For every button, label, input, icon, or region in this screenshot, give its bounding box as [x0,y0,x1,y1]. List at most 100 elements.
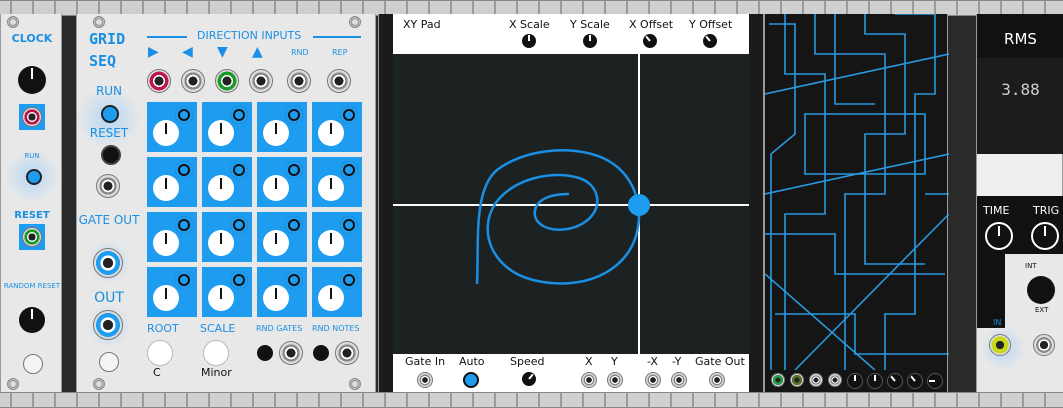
grid-step[interactable] [147,157,197,207]
step-gate-switch[interactable] [340,106,358,124]
clock-run-button[interactable] [26,169,42,185]
step-gate-switch[interactable] [175,106,193,124]
x-scale-knob[interactable] [522,34,536,48]
step-gate-switch[interactable] [340,216,358,234]
step-pitch-knob[interactable] [318,120,344,146]
grid-step[interactable] [312,212,362,262]
bottom-rack-rail [0,392,1063,408]
grid-seq-title-2: SEQ [89,52,117,70]
grid-step[interactable] [202,102,252,152]
gate-in-jack[interactable] [417,372,433,388]
step-gate-switch[interactable] [340,271,358,289]
visualizer-knob-1[interactable] [847,373,863,389]
root-knob[interactable] [147,340,173,366]
step-gate-switch[interactable] [340,161,358,179]
y-out-jack[interactable] [607,372,623,388]
visualizer-in-jack-2[interactable] [790,373,804,387]
rnd-notes-button[interactable] [313,345,329,361]
step-pitch-knob[interactable] [318,175,344,201]
step-gate-switch[interactable] [285,106,303,124]
step-gate-switch[interactable] [285,216,303,234]
step-pitch-knob[interactable] [263,175,289,201]
visualizer-knob-5[interactable] [927,373,943,389]
visualizer-knob-4[interactable] [903,369,927,393]
grid-step[interactable] [312,267,362,317]
grid-step[interactable] [202,157,252,207]
step-pitch-knob[interactable] [153,120,179,146]
right-input-jack[interactable] [147,69,171,93]
rnd-gates-jack[interactable] [279,341,303,365]
clock-reset-jack[interactable] [22,227,42,247]
clock-tempo-knob[interactable] [18,66,46,94]
rms-out-jack[interactable] [1033,334,1055,356]
visualizer-knob-2[interactable] [867,373,883,389]
rms-trig-knob[interactable] [1031,222,1059,250]
step-pitch-knob[interactable] [318,285,344,311]
visualizer-display [765,14,949,370]
step-gate-switch[interactable] [175,271,193,289]
grid-step[interactable] [147,102,197,152]
grid-step[interactable] [147,212,197,262]
step-pitch-knob[interactable] [263,230,289,256]
step-gate-switch[interactable] [285,271,303,289]
neg-x-out-jack[interactable] [645,372,661,388]
down-input-jack[interactable] [215,69,239,93]
grid-step[interactable] [202,212,252,262]
gate-out-jack-xy[interactable] [709,372,725,388]
grid-step[interactable] [257,267,307,317]
step-pitch-knob[interactable] [208,285,234,311]
step-gate-switch[interactable] [230,161,248,179]
rnd-input-jack[interactable] [287,69,311,93]
step-pitch-knob[interactable] [153,175,179,201]
rnd-gates-button[interactable] [257,345,273,361]
clock-out-jack[interactable] [22,107,42,127]
grid-step[interactable] [312,102,362,152]
step-pitch-knob[interactable] [208,175,234,201]
step-gate-switch[interactable] [285,161,303,179]
reset-input-jack[interactable] [96,174,120,198]
xy-pad-area[interactable] [393,54,749,354]
visualizer-in-jack-4[interactable] [828,373,842,387]
x-out-jack[interactable] [581,372,597,388]
step-pitch-knob[interactable] [208,230,234,256]
screw-icon [349,16,361,28]
step-pitch-knob[interactable] [318,230,344,256]
rep-input-jack[interactable] [327,69,351,93]
step-gate-switch[interactable] [175,216,193,234]
visualizer-knob-3[interactable] [883,369,907,393]
rms-time-knob[interactable] [985,222,1013,250]
out-jack[interactable] [93,310,123,340]
up-input-jack[interactable] [249,69,273,93]
auto-button[interactable] [463,372,479,388]
rnd-notes-jack[interactable] [335,341,359,365]
grid-step[interactable] [257,102,307,152]
grid-step[interactable] [257,212,307,262]
gate-out-jack[interactable] [93,248,123,278]
visualizer-in-jack-1[interactable] [771,373,785,387]
step-pitch-knob[interactable] [153,230,179,256]
left-input-jack[interactable] [181,69,205,93]
step-gate-switch[interactable] [175,161,193,179]
grid-step[interactable] [312,157,362,207]
step-gate-switch[interactable] [230,216,248,234]
step-pitch-knob[interactable] [263,120,289,146]
neg-y-out-jack[interactable] [671,372,687,388]
step-pitch-knob[interactable] [263,285,289,311]
step-pitch-knob[interactable] [153,285,179,311]
grid-step[interactable] [257,157,307,207]
grid-step[interactable] [147,267,197,317]
random-reset-knob[interactable] [19,307,45,333]
step-pitch-knob[interactable] [208,120,234,146]
y-scale-knob[interactable] [583,34,597,48]
scale-knob[interactable] [203,340,229,366]
grid-step[interactable] [202,267,252,317]
step-gate-switch[interactable] [230,106,248,124]
y-offset-label: Y Offset [689,18,733,31]
step-gate-switch[interactable] [230,271,248,289]
grid-run-button[interactable] [101,105,119,123]
visualizer-in-jack-3[interactable] [809,373,823,387]
rms-mode-toggle[interactable] [1027,276,1055,304]
rms-in-jack[interactable] [989,334,1011,356]
xy-pad-cursor[interactable] [628,194,650,216]
grid-reset-button[interactable] [101,145,121,165]
